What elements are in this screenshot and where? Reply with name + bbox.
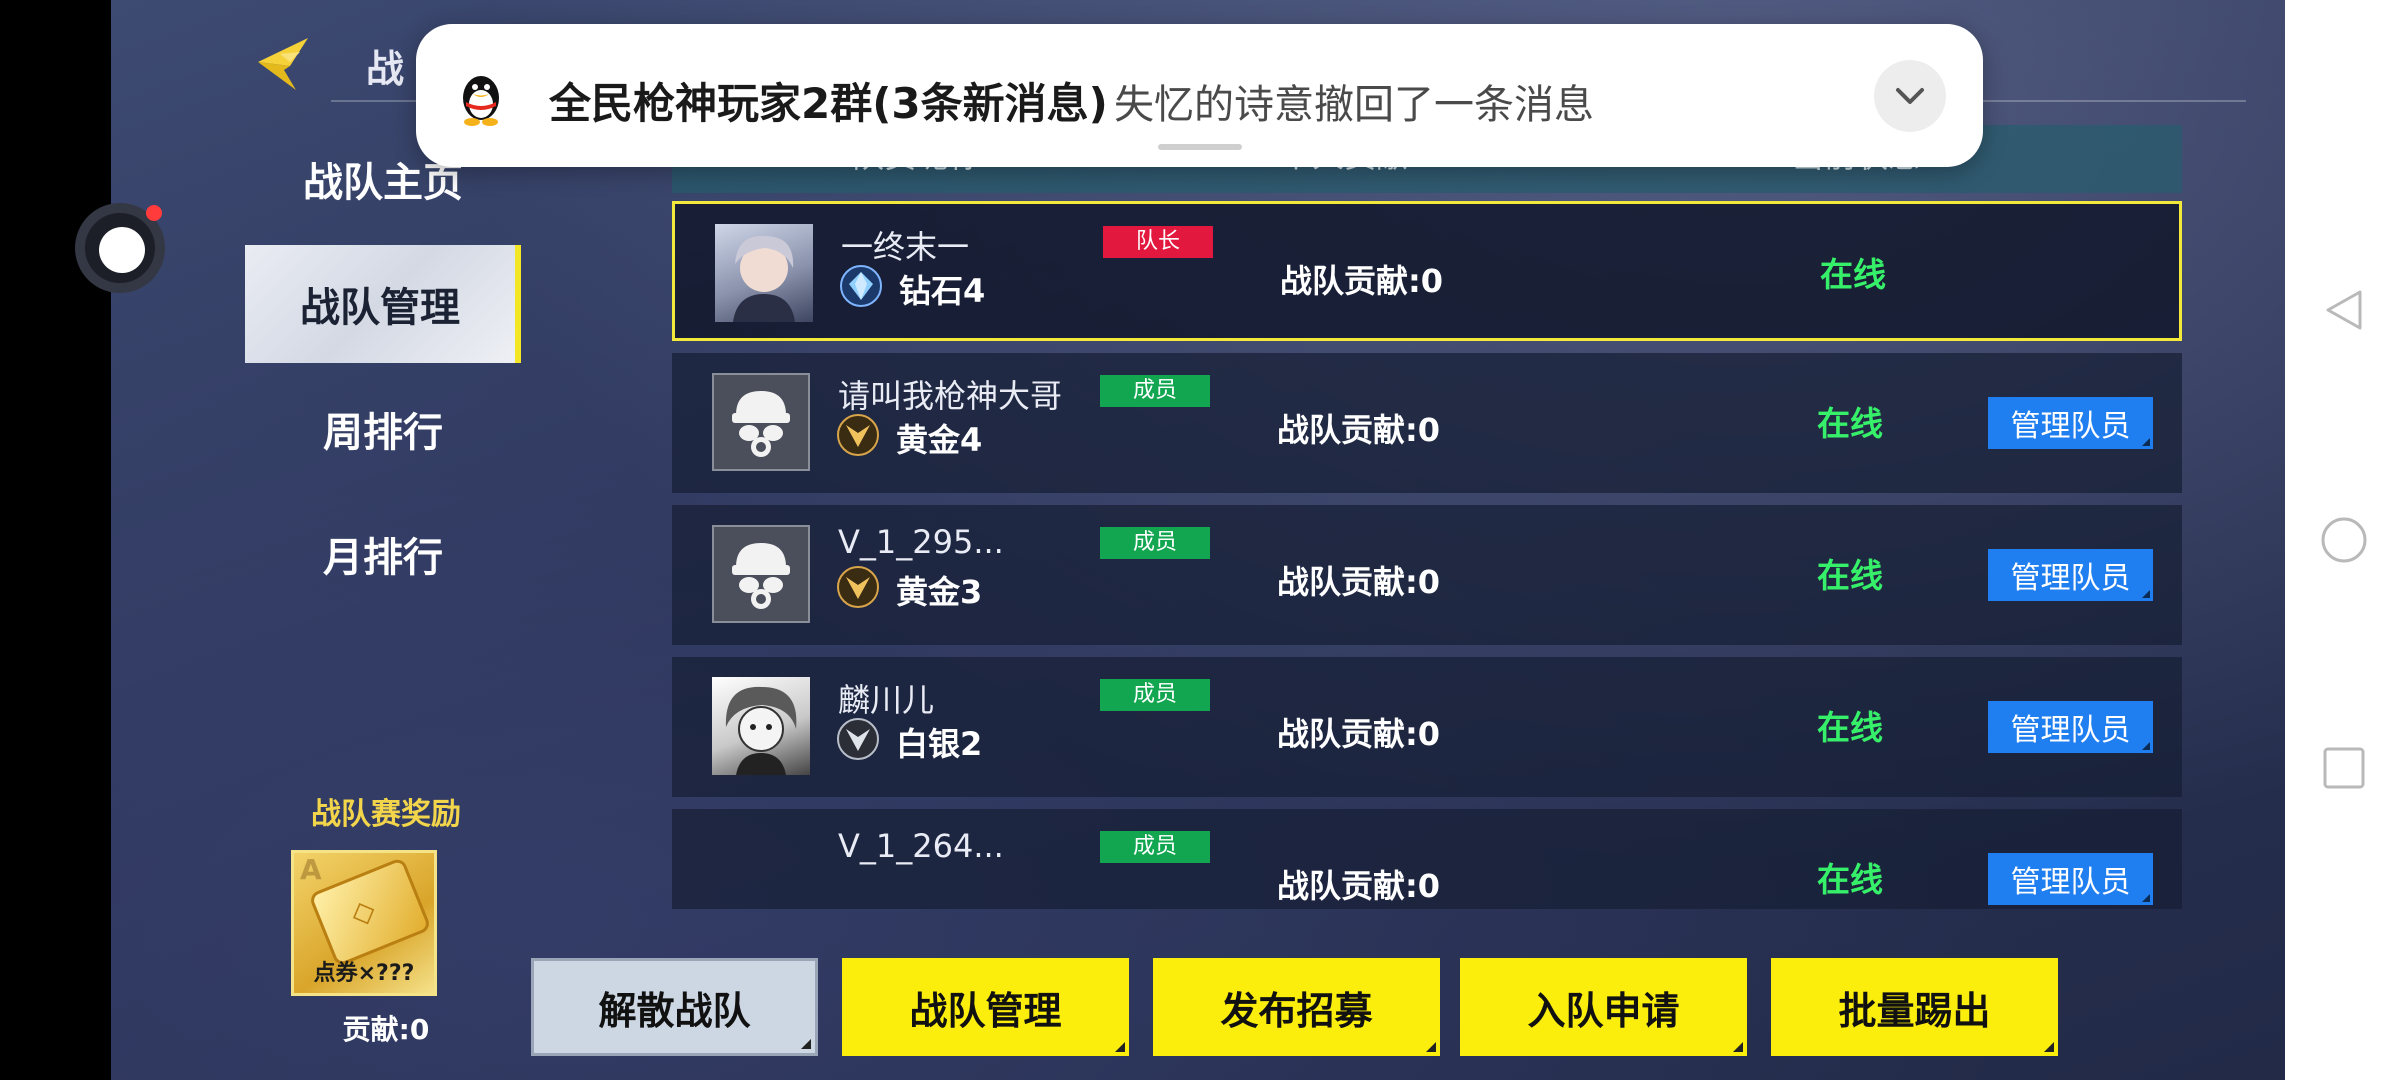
back-arrow-icon[interactable] <box>250 32 310 92</box>
member-name: V_1_264... <box>838 827 1004 865</box>
disband-team-button[interactable]: 解散战队 <box>531 958 818 1056</box>
menu-item-label: 战队管理 <box>300 285 460 331</box>
table-row[interactable]: 请叫我枪神大哥 黄金4 成员 战队贡献:0 在线 管理队员 <box>672 353 2182 493</box>
member-name: 麟川儿 <box>838 681 935 719</box>
page-title: 战 <box>366 47 405 91</box>
member-rank: 钻石4 <box>899 272 986 310</box>
notification-banner[interactable]: 全民枪神玩家2群(3条新消息) 失忆的诗意撤回了一条消息 <box>416 24 1983 167</box>
manage-member-button[interactable]: 管理队员 <box>1988 549 2153 601</box>
team-management-button[interactable]: 战队管理 <box>842 958 1129 1056</box>
role-badge: 成员 <box>1100 527 1210 559</box>
table-row[interactable]: 一终末一 钻石4 队长 战队贡献:0 在线 <box>672 201 2182 341</box>
member-status: 在线 <box>1817 404 1883 443</box>
menu-item-label: 周排行 <box>323 410 443 456</box>
reward-count: 点券×??? <box>313 961 415 986</box>
member-contribution: 战队贡献:0 <box>1277 715 1441 753</box>
notification-title: 全民枪神玩家2群(3条新消息) <box>549 79 1108 128</box>
qq-penguin-icon <box>463 76 499 126</box>
member-status: 在线 <box>1817 556 1883 595</box>
notification-dot <box>146 205 162 221</box>
table-row[interactable]: 麟川儿 白银2 成员 战队贡献:0 在线 管理队员 <box>672 657 2182 797</box>
silver-rank-icon <box>837 718 879 760</box>
menu-item-label: 月排行 <box>323 535 443 581</box>
batch-kick-button[interactable]: 批量踢出 <box>1771 958 2058 1056</box>
member-name: 一终末一 <box>841 228 970 266</box>
menu-weekly-ranking[interactable]: 周排行 <box>245 370 521 488</box>
reward-grade: A <box>300 853 322 886</box>
system-nav-bar <box>2285 0 2400 1080</box>
member-name: V_1_295... <box>838 523 1004 561</box>
member-status: 在线 <box>1817 860 1883 899</box>
join-requests-button[interactable]: 入队申请 <box>1460 958 1747 1056</box>
drag-handle[interactable] <box>1158 144 1242 150</box>
chevron-down-icon <box>1896 88 1924 104</box>
anime-avatar <box>712 677 810 775</box>
reward-card[interactable]: A ◇ 点券×??? <box>291 850 437 996</box>
role-badge: 成员 <box>1100 375 1210 407</box>
coupon-ticket-icon: ◇ <box>308 856 432 968</box>
anime-avatar <box>715 224 813 322</box>
back-triangle-icon[interactable] <box>2320 286 2368 334</box>
table-row[interactable]: V_1_264... 成员 战队贡献:0 在线 管理队员 <box>672 809 2182 909</box>
member-contribution: 战队贡献:0 <box>1280 262 1444 300</box>
role-badge: 成员 <box>1100 831 1210 863</box>
member-contribution: 战队贡献:0 <box>1277 563 1441 601</box>
reward-contribution: 贡献:0 <box>342 1013 430 1046</box>
expand-button[interactable] <box>1874 60 1946 132</box>
manage-member-button[interactable]: 管理队员 <box>1988 701 2153 753</box>
menu-team-management[interactable]: 战队管理 <box>245 245 521 363</box>
member-contribution: 战队贡献:0 <box>1277 867 1441 905</box>
post-recruitment-button[interactable]: 发布招募 <box>1153 958 1440 1056</box>
role-badge: 成员 <box>1100 679 1210 711</box>
manage-member-button[interactable]: 管理队员 <box>1988 397 2153 449</box>
table-row[interactable]: V_1_295... 黄金3 成员 战队贡献:0 在线 管理队员 <box>672 505 2182 645</box>
member-status: 在线 <box>1817 708 1883 747</box>
gold-rank-icon <box>837 566 879 608</box>
member-status: 在线 <box>1820 255 1886 294</box>
menu-monthly-ranking[interactable]: 月排行 <box>245 495 521 613</box>
home-circle-icon[interactable] <box>2320 516 2368 564</box>
notification-message: 失忆的诗意撤回了一条消息 <box>1114 82 1594 128</box>
member-name: 请叫我枪神大哥 <box>838 377 1063 415</box>
gold-rank-icon <box>837 414 879 456</box>
reward-title: 战队赛奖励 <box>311 797 461 832</box>
gas-mask-avatar <box>712 525 810 623</box>
member-rank: 白银2 <box>896 725 983 763</box>
member-rank: 黄金3 <box>896 573 983 611</box>
member-rank: 黄金4 <box>896 421 983 459</box>
role-badge: 队长 <box>1103 226 1213 258</box>
manage-member-button[interactable]: 管理队员 <box>1988 853 2153 905</box>
member-contribution: 战队贡献:0 <box>1277 411 1441 449</box>
gas-mask-avatar <box>712 373 810 471</box>
diamond-rank-icon <box>840 265 882 307</box>
recents-square-icon[interactable] <box>2320 744 2368 792</box>
